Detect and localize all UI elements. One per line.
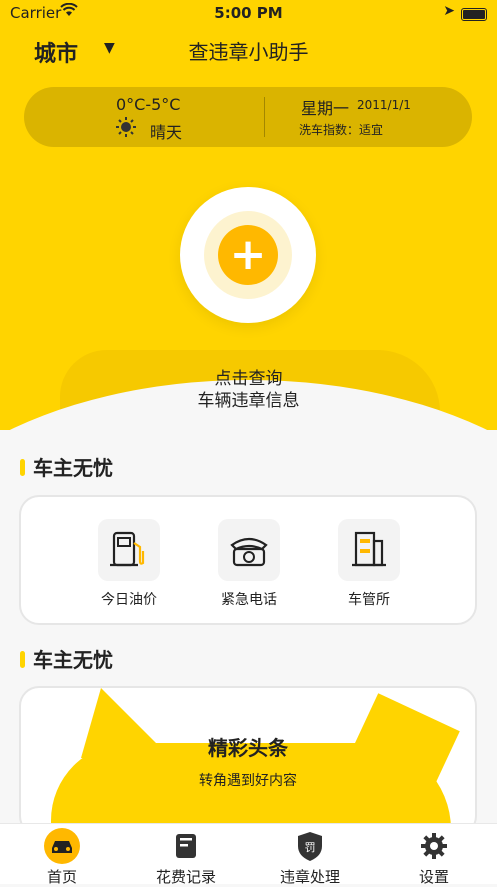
gear-icon [414,828,454,864]
service-vehicle-office[interactable]: 车管所 [309,519,429,609]
news-headline: 精彩头条 [208,736,288,760]
section-title-text: 车主无忧 [33,648,113,672]
weather-panel: 0°C-5°C 晴天 星期一 2011/1/1 洗车指数：适宜 [24,87,472,147]
tab-label: 花费记录 [155,868,216,886]
service-emergency-phone[interactable]: 紧急电话 [189,519,309,609]
status-bar: Carrier 5:00 PM ➤ [0,0,497,28]
battery-icon [461,8,487,21]
plus-icon: + [229,229,267,280]
tab-settings[interactable]: 设置 [372,828,496,887]
section-title-text: 车主无忧 [33,456,113,480]
date-label: 2011/1/1 [357,98,411,112]
services-card: 今日油价 紧急电话 车管所 [19,495,477,625]
query-prompt-line1: 点击查询 [214,369,283,389]
tab-violation-handling[interactable]: 罚 违章处理 [248,828,372,887]
weather-condition: 晴天 [150,123,183,142]
tab-bar: 首页 花费记录 罚 违章处理 设置 [0,823,497,887]
service-label: 紧急电话 [221,592,277,608]
sun-icon [116,117,136,141]
add-query-button[interactable]: + [218,225,278,285]
svg-text:罚: 罚 [305,841,316,854]
section-accent-bar [20,651,25,668]
car-icon [42,828,82,864]
service-label: 今日油价 [101,592,157,608]
tab-label: 首页 [46,868,77,886]
tab-home[interactable]: 首页 [0,828,124,887]
query-button-halo: + [204,211,292,299]
clock: 5:00 PM [214,4,283,22]
telephone-icon [218,519,280,581]
service-label: 车管所 [348,592,390,608]
news-subtitle: 转角遇到好内容 [199,773,297,789]
tab-label: 设置 [418,868,449,886]
section-accent-bar [20,459,25,476]
tab-label: 违章处理 [279,868,340,886]
tab-expense-records[interactable]: 花费记录 [124,828,248,887]
query-prompt-line2: 车辆违章信息 [197,391,300,411]
temperature-range: 0°C-5°C [116,95,181,114]
penalty-shield-icon: 罚 [290,828,330,864]
note-icon [166,828,206,864]
car-wash-index: 洗车指数：适宜 [299,123,384,137]
section-title-news: 车主无忧 [20,644,113,673]
building-icon [338,519,400,581]
fuel-pump-icon [98,519,160,581]
nav-bar: 城市 ▼ 查违章小助手 [0,30,497,70]
service-fuel-price[interactable]: 今日油价 [69,519,189,609]
weather-divider [264,97,265,137]
query-button-ring[interactable]: + [180,187,316,323]
section-title-services: 车主无忧 [20,452,113,481]
news-card[interactable]: 精彩头条 转角遇到好内容 [19,686,477,836]
page-title: 查违章小助手 [188,40,309,64]
location-arrow-icon: ➤ [443,3,455,19]
query-prompt[interactable]: 点击查询 车辆违章信息 [0,368,497,412]
weekday-label: 星期一 [301,99,350,118]
